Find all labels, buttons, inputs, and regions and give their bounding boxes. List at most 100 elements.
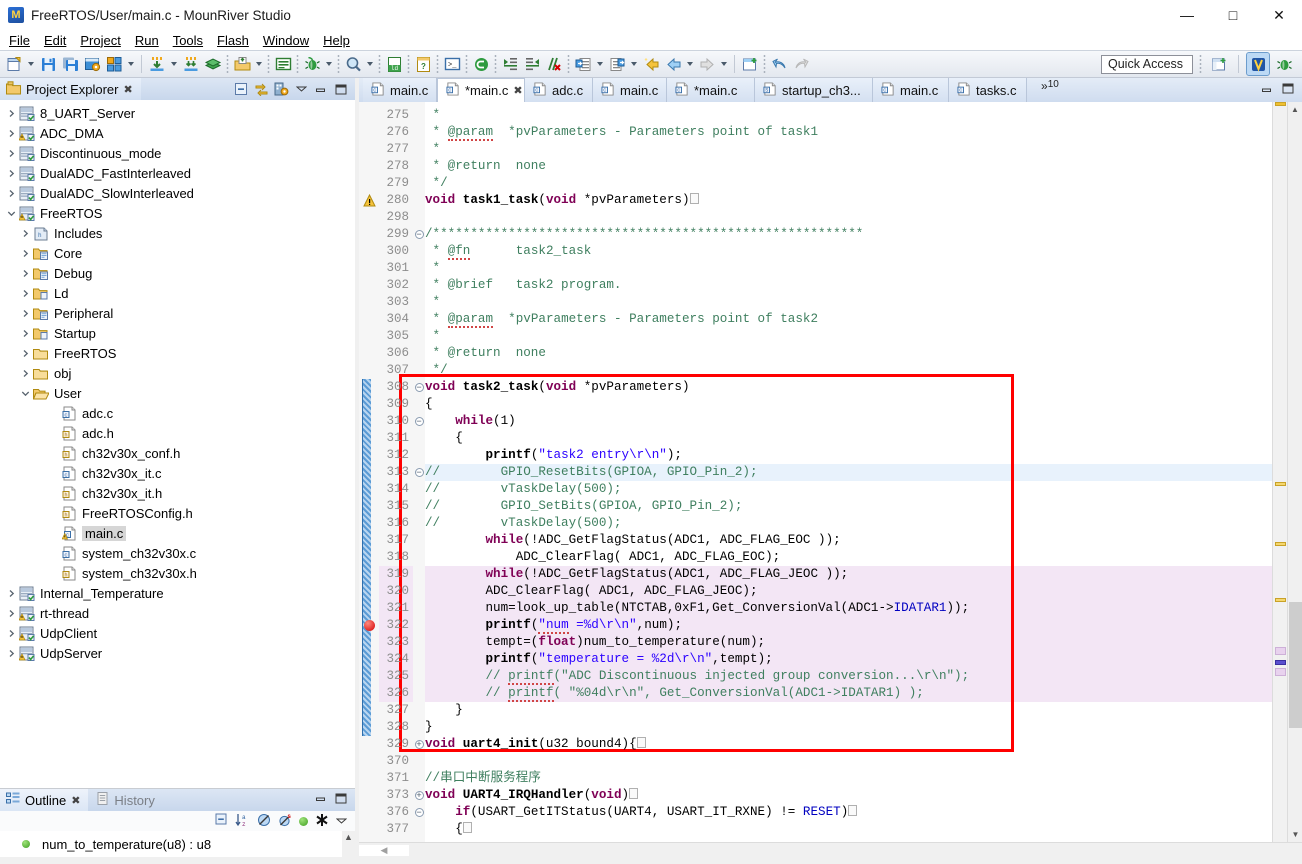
expand-arrow-icon[interactable] — [18, 309, 32, 318]
toolbar-drag-handle-10[interactable] — [566, 55, 571, 73]
code-line[interactable]: */ — [425, 175, 1272, 192]
code-line[interactable]: * — [425, 141, 1272, 158]
toolbar-drag-handle-5[interactable] — [377, 55, 382, 73]
tree-item-adc-dma[interactable]: ADC_DMA — [0, 123, 355, 143]
download-dropdown-icon[interactable] — [168, 53, 180, 75]
back-yellow-icon[interactable] — [640, 53, 662, 75]
toolbar-drag-handle-12[interactable] — [1198, 55, 1203, 73]
code-line[interactable]: void task2_task(void *pvParameters) — [425, 379, 1272, 396]
collapse-all-icon[interactable] — [215, 813, 228, 829]
export-icon[interactable] — [606, 53, 628, 75]
editor-vertical-scrollbar[interactable]: ▲ ▼ — [1287, 102, 1302, 842]
tree-item-adc-c[interactable]: c adc.c — [0, 403, 355, 423]
import-icon[interactable] — [572, 53, 594, 75]
view-chevron-icon[interactable] — [293, 81, 309, 97]
close-icon[interactable]: ✖ — [123, 83, 132, 96]
toolbar-drag-handle[interactable] — [225, 55, 230, 73]
scroll-left-icon[interactable]: ◀ — [359, 844, 409, 856]
code-line[interactable]: // vTaskDelay(500); — [425, 481, 1272, 498]
tab-outline[interactable]: Outline ✖ — [0, 789, 89, 811]
expand-arrow-icon[interactable] — [18, 329, 32, 338]
debug-dropdown-icon[interactable] — [323, 53, 335, 75]
minimize-icon[interactable] — [313, 81, 329, 97]
filter-icon[interactable] — [299, 814, 308, 829]
editor-horizontal-scrollbar[interactable]: ◀ — [359, 842, 1302, 857]
redo-icon[interactable] — [790, 53, 812, 75]
warning-marker[interactable] — [1275, 102, 1286, 106]
tree-item-dualadc-slowinterleaved[interactable]: DualADC_SlowInterleaved — [0, 183, 355, 203]
expand-arrow-icon[interactable] — [4, 129, 18, 138]
editor-tab-1[interactable]: c *main.c ✖ — [437, 78, 525, 102]
tree-item-rt-thread[interactable]: rt-thread — [0, 603, 355, 623]
code-line[interactable]: while(!ADC_GetFlagStatus(ADC1, ADC_FLAG_… — [425, 566, 1272, 583]
forward-arrow-icon[interactable] — [696, 53, 718, 75]
forward-dropdown-icon[interactable] — [718, 53, 730, 75]
code-line[interactable]: void task1_task(void *pvParameters) — [425, 192, 1272, 209]
expand-arrow-icon[interactable] — [4, 109, 18, 118]
search-icon[interactable] — [342, 53, 364, 75]
editor-tab-6[interactable]: c main.c — [873, 78, 949, 102]
tree-item-freertosconfig-h[interactable]: h FreeRTOSConfig.h — [0, 503, 355, 523]
editor-folding-ruler[interactable]: − − − − + + − — [413, 102, 425, 842]
tree-item-core[interactable]: Core — [0, 243, 355, 263]
save-icon[interactable] — [37, 53, 59, 75]
code-line[interactable]: * — [425, 328, 1272, 345]
tree-item-dualadc-fastinterleaved[interactable]: DualADC_FastInterleaved — [0, 163, 355, 183]
tree-item-8-uart-server[interactable]: 8_UART_Server — [0, 103, 355, 123]
code-line[interactable]: // printf("ADC Discontinuous injected gr… — [425, 668, 1272, 685]
tab-overflow-button[interactable]: » 10 — [1033, 78, 1065, 102]
tree-item-user[interactable]: User — [0, 383, 355, 403]
tree-item-ld[interactable]: Ld — [0, 283, 355, 303]
expand-arrow-icon[interactable] — [18, 249, 32, 258]
code-line[interactable]: printf("num =%d\r\n",num); — [425, 617, 1272, 634]
expand-arrow-icon[interactable] — [18, 289, 32, 298]
debug-bug-icon[interactable] — [301, 53, 323, 75]
collapse-arrow-icon[interactable] — [4, 209, 18, 218]
fold-plus-icon[interactable]: + — [413, 736, 425, 753]
minimize-button[interactable]: — — [1164, 0, 1210, 30]
tree-item-system-ch32v30x-c[interactable]: c system_ch32v30x.c — [0, 543, 355, 563]
editor-tab-7[interactable]: c tasks.c — [949, 78, 1027, 102]
editor-tab-5[interactable]: Sstartup_ch3... — [755, 78, 873, 102]
mounriver-perspective-icon[interactable] — [1246, 52, 1270, 76]
maximize-icon[interactable] — [335, 793, 347, 807]
code-line[interactable]: */ — [425, 362, 1272, 379]
open-folder-dropdown-icon[interactable] — [253, 53, 265, 75]
tree-item-udpserver[interactable]: UdpServer — [0, 643, 355, 663]
tab-history[interactable]: History — [88, 789, 162, 811]
menu-window[interactable]: Window — [256, 32, 316, 49]
warning-marker[interactable] — [1275, 542, 1286, 546]
code-line[interactable]: * @return none — [425, 345, 1272, 362]
indent-left-icon[interactable] — [521, 53, 543, 75]
export-dropdown-icon[interactable] — [628, 53, 640, 75]
maximize-icon[interactable] — [333, 81, 349, 97]
toolbar-drag-handle-4[interactable] — [336, 55, 341, 73]
breakpoint-marker[interactable] — [364, 620, 375, 631]
terminal-icon[interactable]: >_ — [441, 53, 463, 75]
change-marker[interactable] — [1275, 668, 1286, 676]
menu-file[interactable]: File — [2, 32, 37, 49]
expand-arrow-icon[interactable] — [18, 269, 32, 278]
expand-arrow-icon[interactable] — [4, 169, 18, 178]
tree-item-system-ch32v30x-h[interactable]: h system_ch32v30x.h — [0, 563, 355, 583]
change-marker[interactable] — [1275, 647, 1286, 655]
editor-code-area[interactable]: * * @param *pvParameters - Parameters po… — [425, 102, 1272, 842]
library-icon[interactable] — [202, 53, 224, 75]
debug-perspective-icon[interactable] — [1273, 53, 1295, 75]
code-line[interactable]: while(1) — [425, 413, 1272, 430]
code-line[interactable]: /***************************************… — [425, 226, 1272, 243]
code-line[interactable]: } — [425, 719, 1272, 736]
help-doc-icon[interactable]: ? — [412, 53, 434, 75]
build-all-icon[interactable] — [103, 53, 125, 75]
code-line[interactable]: printf("temperature = %2d\r\n",tempt); — [425, 651, 1272, 668]
code-line[interactable]: ADC_ClearFlag( ADC1, ADC_FLAG_JEOC); — [425, 583, 1272, 600]
tab-project-explorer[interactable]: Project Explorer ✖ — [0, 78, 141, 100]
fold-minus-icon[interactable]: − — [413, 464, 425, 481]
new-window-icon[interactable] — [739, 53, 761, 75]
warning-marker-icon[interactable] — [363, 193, 376, 207]
close-icon[interactable]: ✖ — [513, 84, 522, 97]
scrollbar-thumb[interactable] — [1289, 602, 1302, 728]
code-line[interactable]: } — [425, 702, 1272, 719]
toolbar-drag-handle-6[interactable] — [406, 55, 411, 73]
indent-right-icon[interactable] — [499, 53, 521, 75]
